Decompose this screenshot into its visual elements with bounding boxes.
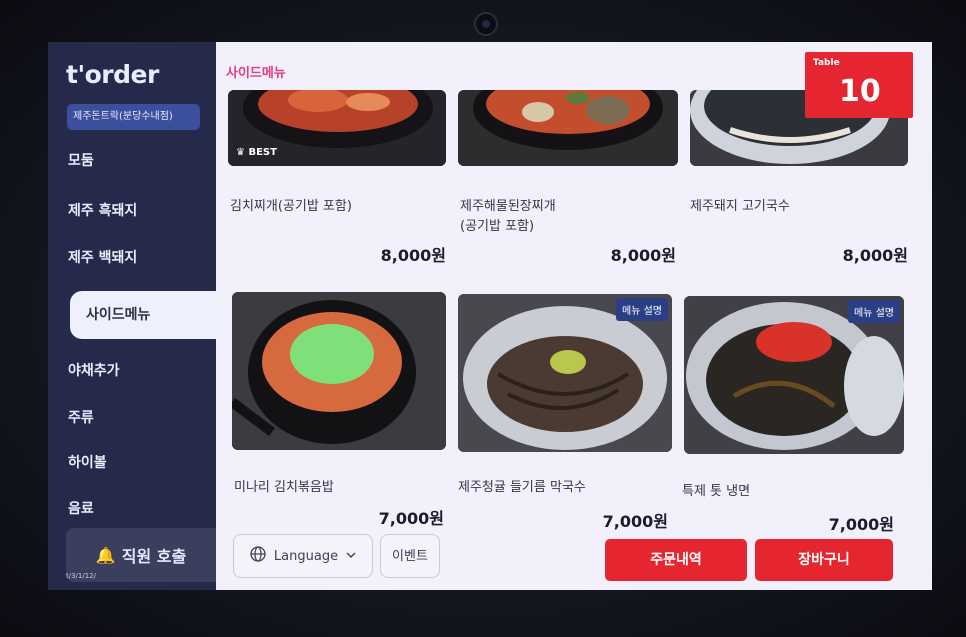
staff-call-label: 직원 호출 — [121, 547, 187, 566]
camera — [474, 12, 498, 36]
best-badge: ♛ BEST — [236, 147, 277, 158]
sidebar-item-liquor[interactable]: 주류 — [68, 407, 94, 427]
sidebar-item-highball[interactable]: 하이볼 — [68, 452, 107, 472]
sidebar-item-vegetables[interactable]: 야채추가 — [68, 360, 120, 380]
menu-price-perilla-noodle: 7,000원 — [602, 512, 668, 531]
menu-name-kimchi-fried-rice: 미나리 김치볶음밥 — [234, 480, 334, 495]
menu-price-kimchi-fried-rice: 7,000원 — [378, 509, 444, 528]
sidebar-item-side-menu[interactable]: 사이드메뉴 — [70, 291, 222, 339]
menu-card-image-perilla-noodle[interactable]: 메뉴 설명 — [458, 294, 672, 452]
app-logo: t'order — [66, 60, 159, 89]
sidebar-item-mixed[interactable]: 모둠 — [68, 150, 94, 170]
menu-description-button[interactable]: 메뉴 설명 — [616, 298, 668, 321]
table-number-badge: Table 10 — [805, 52, 913, 118]
table-label: Table — [813, 58, 840, 68]
sidebar-footer-text: t/3/1/12/ — [66, 572, 96, 580]
menu-name-seafood-stew: 제주해물된장찌개 (공기밥 포함) — [460, 199, 556, 234]
menu-name-pork-noodle: 제주돼지 고기국수 — [690, 199, 790, 214]
menu-card-image-seaweed-cold-noodle[interactable]: 메뉴 설명 — [684, 296, 904, 454]
best-badge-label: BEST — [248, 147, 277, 158]
bell-icon: 🔔 — [95, 545, 116, 565]
menu-price-seaweed-cold-noodle: 7,000원 — [828, 515, 894, 534]
menu-price-seafood-stew: 8,000원 — [610, 246, 676, 265]
table-number: 10 — [839, 74, 881, 109]
language-button[interactable]: Language — [233, 534, 373, 578]
sidebar-item-drinks[interactable]: 음료 — [68, 498, 94, 518]
menu-name-kimchi-stew: 김치찌개(공기밥 포함) — [230, 199, 352, 214]
cart-button[interactable]: 장바구니 — [755, 539, 893, 581]
language-label: Language — [273, 548, 339, 564]
order-history-button[interactable]: 주문내역 — [605, 539, 747, 581]
globe-icon — [250, 546, 266, 566]
menu-name-seaweed-cold-noodle: 특제 톳 냉면 — [682, 484, 751, 499]
menu-card-image-seafood-stew[interactable] — [458, 90, 678, 166]
menu-card-image-kimchi-stew[interactable]: ♛ BEST — [228, 90, 446, 166]
menu-price-kimchi-stew: 8,000원 — [380, 246, 446, 265]
screen: t'order 제주돈트락(분당수내점) 모둠 제주 흑돼지 제주 백돼지 야채… — [48, 42, 932, 590]
menu-price-pork-noodle: 8,000원 — [842, 246, 908, 265]
sidebar-item-white-pork[interactable]: 제주 백돼지 — [68, 247, 137, 267]
store-name: 제주돈트락(분당수내점) — [67, 104, 200, 130]
chevron-down-icon — [346, 549, 356, 564]
menu-card-image-kimchi-fried-rice[interactable] — [232, 292, 446, 450]
menu-description-button[interactable]: 메뉴 설명 — [848, 300, 900, 323]
event-button[interactable]: 이벤트 — [380, 534, 440, 578]
section-title: 사이드메뉴 — [226, 66, 286, 81]
menu-name-perilla-noodle: 제주청귤 들기름 막국수 — [458, 480, 586, 495]
sidebar-item-black-pork[interactable]: 제주 흑돼지 — [68, 200, 137, 220]
